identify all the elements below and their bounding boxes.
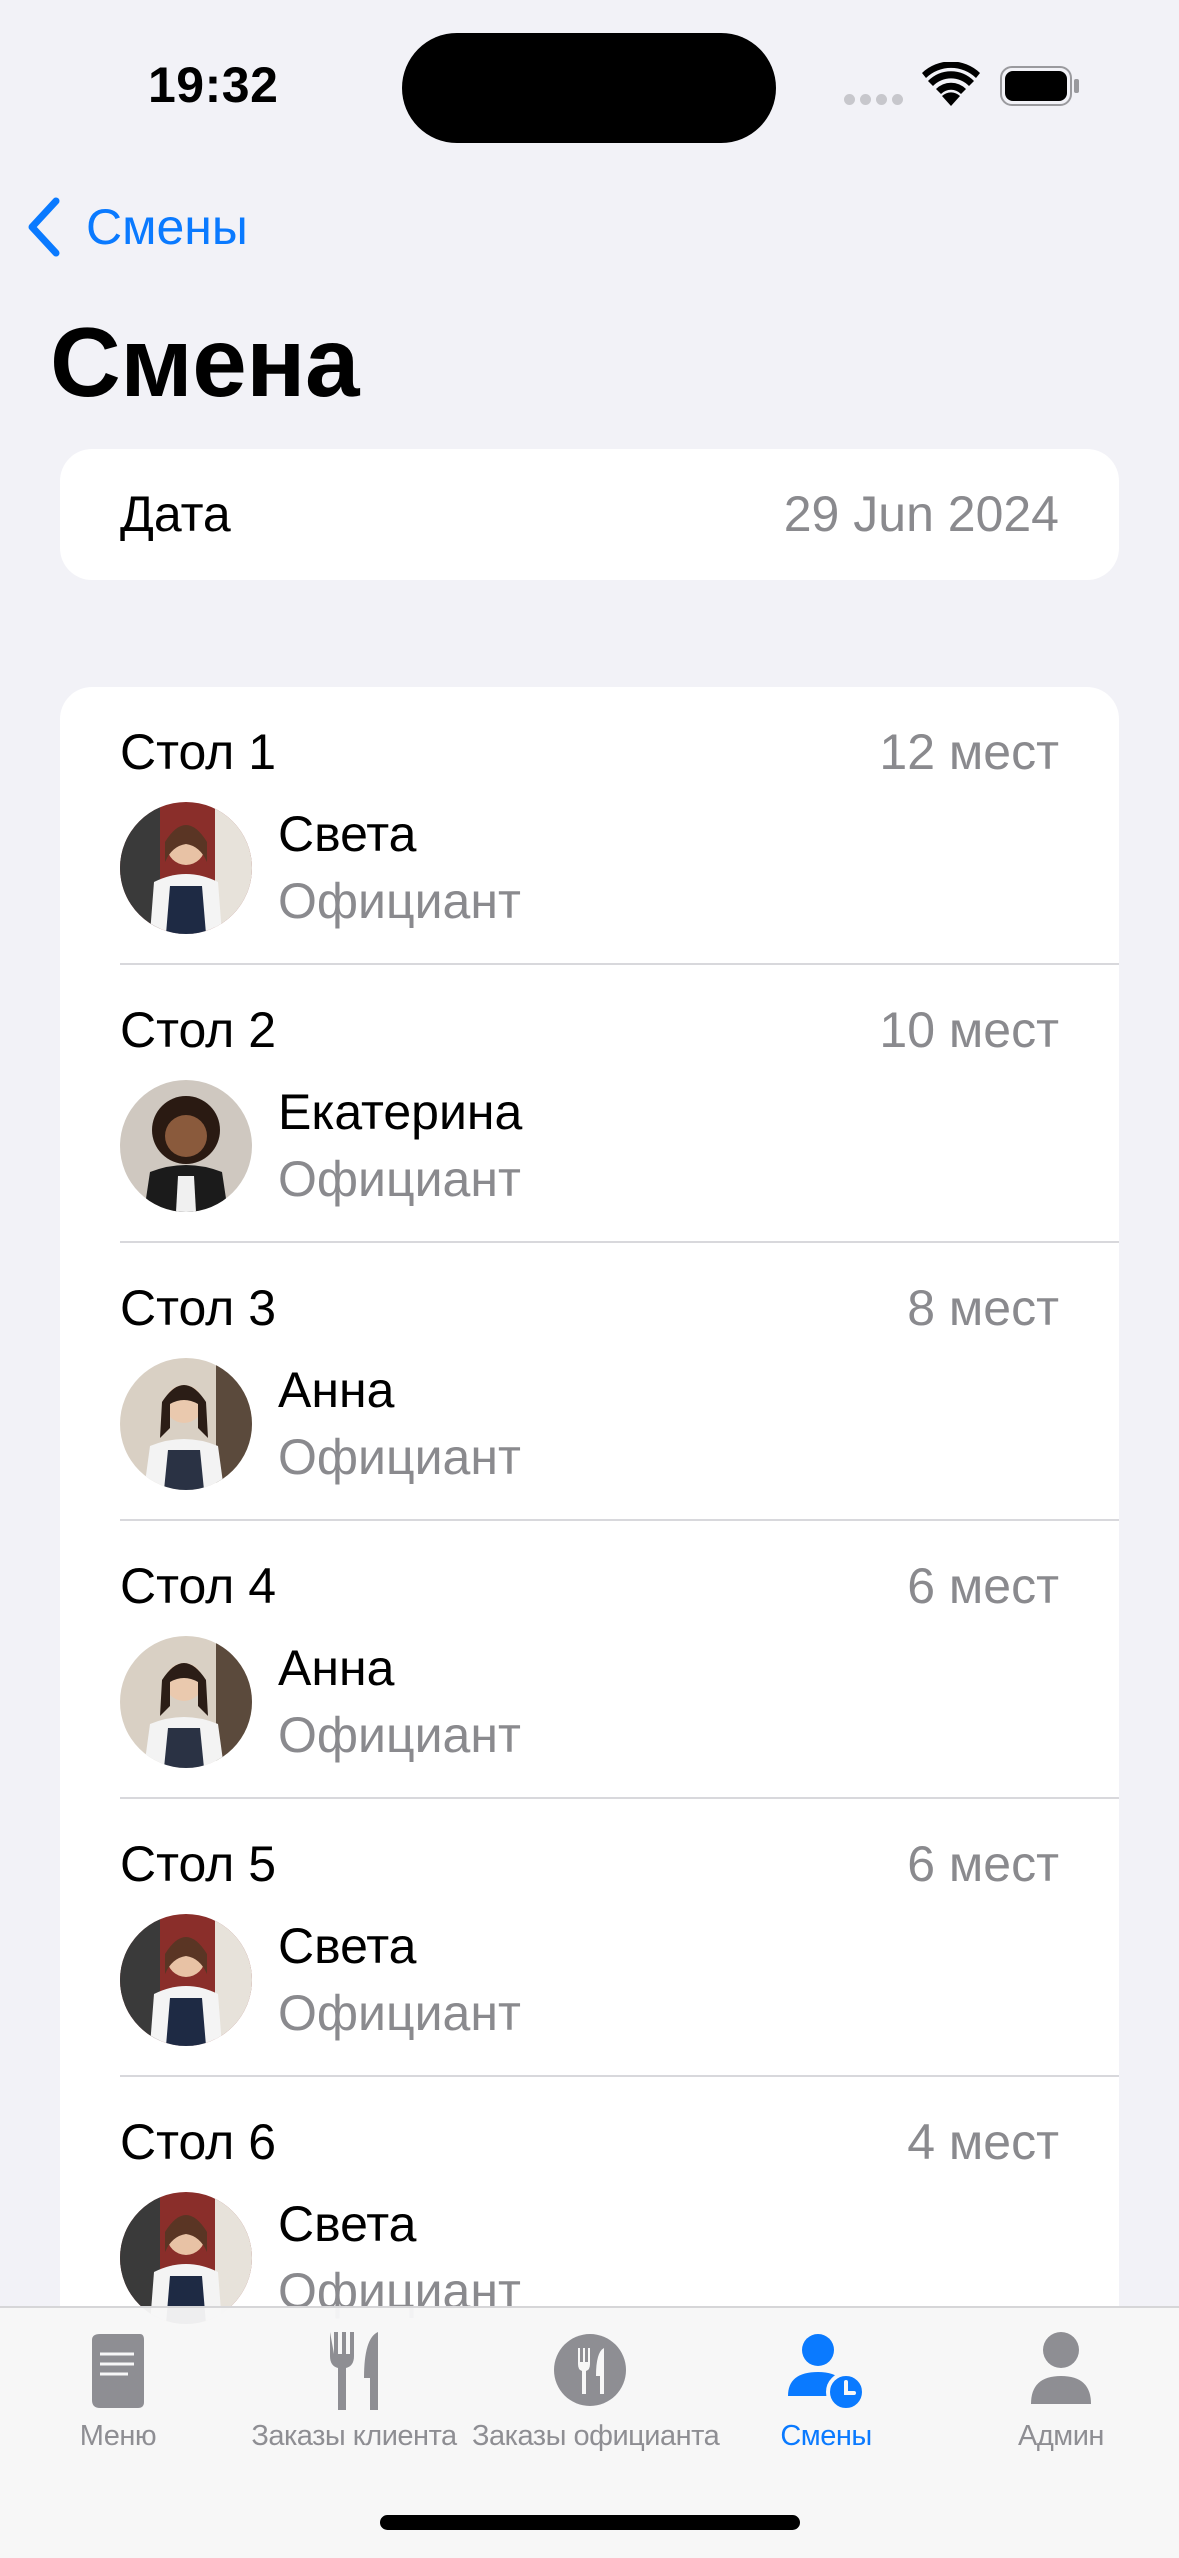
wifi-icon [922, 62, 980, 106]
tab-client-orders[interactable]: Заказы клиента [236, 2308, 472, 2458]
waiter-avatar [120, 1636, 252, 1768]
tab-label: Заказы клиента [251, 2420, 457, 2452]
tab-label: Меню [79, 2420, 157, 2452]
waiter-name: Екатерина [278, 1084, 523, 1140]
cellular-signal-icon [844, 94, 904, 106]
waiter-name: Анна [278, 1362, 395, 1418]
waiter-role: Официант [278, 1429, 521, 1485]
table-row[interactable]: Стол 3 8 мест Анна Официант [60, 1243, 1119, 1521]
waiter-avatar [120, 1080, 252, 1212]
waiter-avatar [120, 802, 252, 934]
waiter-role: Официант [278, 873, 521, 929]
waiter-name: Света [278, 2196, 417, 2252]
table-title: Стол 3 [120, 1280, 277, 1336]
tab-waiter-orders[interactable]: Заказы официанта [472, 2308, 720, 2458]
back-button-label: Смены [86, 199, 248, 255]
table-title: Стол 1 [120, 724, 277, 780]
table-title: Стол 6 [120, 2114, 277, 2170]
waiter-avatar [120, 1358, 252, 1490]
table-title: Стол 2 [120, 1002, 277, 1058]
table-row[interactable]: Стол 4 6 мест Анна Официант [60, 1521, 1119, 1799]
table-title: Стол 4 [120, 1558, 277, 1614]
chevron-left-icon [28, 197, 60, 257]
tables-list: Стол 1 12 мест Света Официант Стол 2 10 … [60, 687, 1119, 2387]
tab-admin[interactable]: Админ [943, 2308, 1179, 2458]
table-row[interactable]: Стол 5 6 мест Света Официант [60, 1799, 1119, 2077]
waiter-avatar [120, 2192, 252, 2324]
table-seats: 4 мест [907, 2114, 1059, 2170]
table-seats: 12 мест [879, 724, 1059, 780]
table-row[interactable]: Стол 2 10 мест Екатерина Официант [60, 965, 1119, 1243]
waiter-name: Анна [278, 1640, 395, 1696]
table-seats: 6 мест [907, 1836, 1059, 1892]
table-seats: 10 мест [879, 1002, 1059, 1058]
tab-label: Админ [1018, 2420, 1104, 2452]
waiter-role: Официант [278, 1151, 521, 1207]
waiter-name: Света [278, 1918, 417, 1974]
waiter-name: Света [278, 806, 417, 862]
date-label: Дата [120, 486, 231, 542]
status-time: 19:32 [148, 57, 279, 113]
tab-label: Заказы официанта [472, 2420, 720, 2452]
table-title: Стол 5 [120, 1836, 277, 1892]
tab-label: Смены [780, 2420, 872, 2452]
dynamic-island [402, 33, 776, 143]
tab-shifts[interactable]: Смены [708, 2308, 944, 2458]
fork-knife-icon [330, 2332, 378, 2410]
page-title: Смена [50, 307, 359, 417]
date-row[interactable]: Дата 29 Jun 2024 [60, 449, 1119, 580]
person-icon [1031, 2332, 1091, 2404]
tab-menu[interactable]: Меню [0, 2308, 236, 2458]
table-seats: 6 мест [907, 1558, 1059, 1614]
back-button[interactable]: Смены [24, 192, 248, 262]
table-seats: 8 мест [907, 1280, 1059, 1336]
fork-knife-circle-icon [554, 2334, 626, 2406]
book-icon [92, 2334, 144, 2408]
person-clock-icon [788, 2334, 866, 2412]
battery-icon [1000, 66, 1079, 106]
home-indicator[interactable] [380, 2515, 800, 2530]
waiter-role: Официант [278, 1985, 521, 2041]
table-row[interactable]: Стол 1 12 мест Света Официант [60, 687, 1119, 965]
date-value[interactable]: 29 Jun 2024 [784, 485, 1059, 543]
waiter-avatar [120, 1914, 252, 2046]
waiter-role: Официант [278, 1707, 521, 1763]
